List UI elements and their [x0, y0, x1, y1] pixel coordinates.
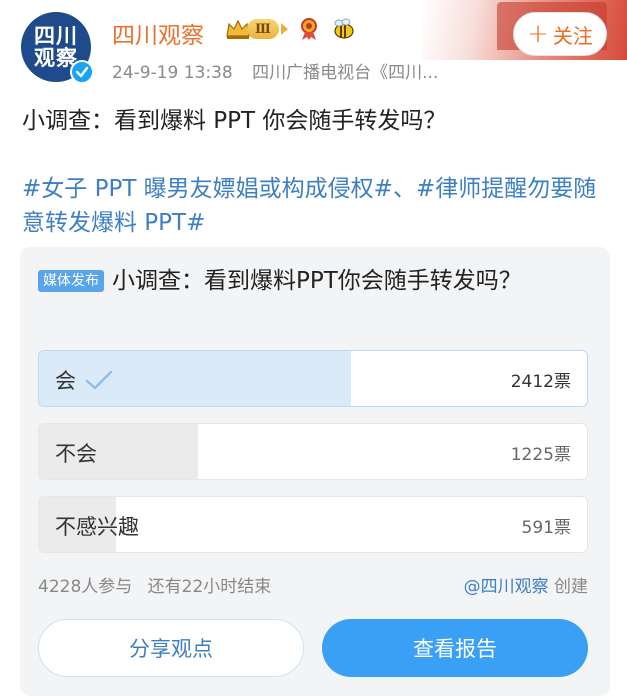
member-level-badge[interactable]: Ⅲ: [225, 16, 288, 42]
plus-icon: +: [527, 19, 549, 49]
post-hashtags[interactable]: #女子 PPT 曝男友嫖娼或构成侵权#、#律师提醒勿要随意转发爆料 PPT#: [22, 172, 612, 240]
poll-participants: 4228人参与: [38, 577, 133, 597]
bee-icon[interactable]: [330, 16, 356, 42]
option-label: 会: [55, 351, 114, 406]
option-label: 不会: [55, 441, 97, 466]
check-icon: [85, 370, 113, 389]
poll-question-block: 媒体发布 小调查：看到爆料PPT你会随手转发吗？: [38, 265, 598, 297]
creator-suffix: 创建: [554, 577, 588, 597]
poll-card: 媒体发布 小调查：看到爆料PPT你会随手转发吗？ 会 2412票 不会 1225票…: [20, 247, 610, 696]
media-tag: 媒体发布: [38, 270, 104, 292]
share-opinion-button[interactable]: 分享观点: [38, 619, 304, 677]
post-meta: 24-9-19 13:38 四川广播电视台《四川...: [112, 58, 438, 83]
user-badges: Ⅲ: [225, 16, 356, 42]
avatar-text-line1: 四川: [34, 23, 78, 48]
level-text: Ⅲ: [247, 19, 279, 39]
post-header: 四川 观察 四川观察 Ⅲ 24-9-19 13:38 四川广播电视台《四川...…: [0, 0, 627, 92]
poll-option-yes[interactable]: 会 2412票: [38, 350, 588, 407]
post-date: 24-9-19 13:38: [112, 63, 233, 83]
follow-label: 关注: [552, 23, 593, 48]
poll-option-no[interactable]: 不会 1225票: [38, 423, 588, 480]
poll-question: 小调查：看到爆料PPT你会随手转发吗？: [112, 268, 522, 294]
medal-icon[interactable]: [296, 16, 322, 42]
option-label-text: 会: [55, 368, 76, 393]
poll-option-not-interested[interactable]: 不感兴趣 591票: [38, 496, 588, 553]
follow-button[interactable]: + 关注: [513, 12, 607, 56]
option-count: 2412票: [510, 372, 571, 392]
option-count: 1225票: [510, 445, 571, 465]
post-text: 小调查：看到爆料 PPT 你会随手转发吗？: [22, 108, 447, 134]
verified-badge-icon: [70, 60, 94, 84]
option-count: 591票: [521, 518, 571, 538]
poll-creator: @四川观察 创建: [464, 572, 588, 597]
level-arrow-icon: [280, 23, 288, 35]
post-source[interactable]: 四川广播电视台《四川...: [252, 63, 438, 83]
option-label: 不感兴趣: [55, 514, 139, 539]
creator-link[interactable]: @四川观察: [464, 577, 549, 597]
view-report-button[interactable]: 查看报告: [322, 619, 588, 677]
poll-time-left: 还有22小时结束: [147, 577, 272, 597]
poll-footer: 4228人参与 还有22小时结束 @四川观察 创建: [38, 572, 588, 597]
user-name[interactable]: 四川观察: [112, 16, 204, 50]
